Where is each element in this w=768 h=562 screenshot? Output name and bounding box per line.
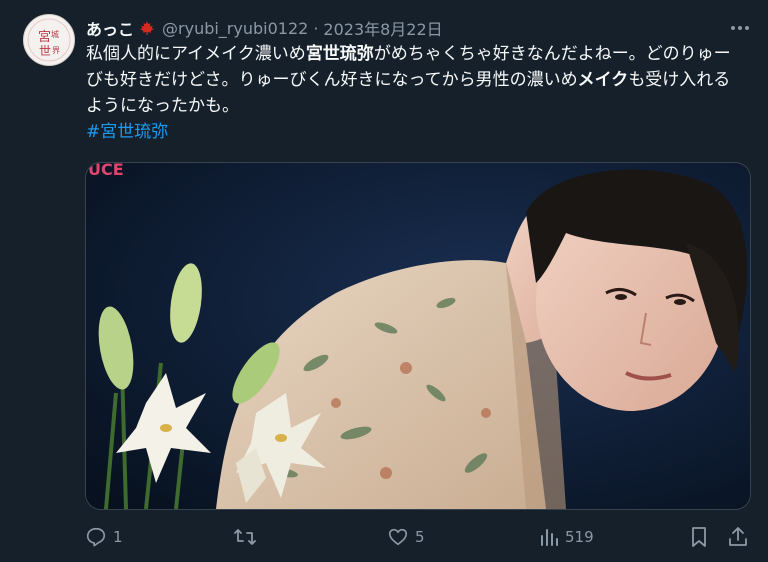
tweet-photo[interactable]: UCE	[85, 162, 751, 510]
tweet-header: あっこ @ryubi_ryubi0122 · 2023年8月22日	[86, 16, 752, 40]
retweet-button[interactable]	[233, 522, 263, 552]
reply-icon	[86, 527, 106, 547]
more-icon	[731, 26, 749, 30]
user-handle[interactable]: @ryubi_ryubi0122	[162, 19, 308, 38]
views-button[interactable]: 519	[539, 522, 594, 552]
maple-leaf-icon	[138, 20, 156, 36]
bookmark-button[interactable]	[689, 522, 709, 552]
tweet-text-bold: メイク	[577, 70, 629, 90]
tweet-text-bold: 宮世琉弥	[305, 44, 374, 64]
heart-icon	[388, 528, 408, 546]
svg-text:界: 界	[52, 46, 60, 55]
more-options-button[interactable]	[728, 18, 752, 38]
tweet-date[interactable]: 2023年8月22日	[323, 16, 442, 40]
share-button[interactable]	[727, 522, 749, 552]
magazine-title-fragment: UCE	[88, 163, 124, 179]
views-count: 519	[565, 528, 594, 546]
hashtag-link[interactable]: #宮世琉弥	[86, 119, 746, 145]
avatar[interactable]: 宮 城 世 界	[23, 14, 75, 66]
photo-illustration: UCE	[86, 163, 750, 509]
tweet-actions: 1 5 519	[85, 522, 753, 552]
display-name[interactable]: あっこ	[86, 16, 134, 40]
reply-count: 1	[113, 528, 123, 546]
share-icon	[729, 527, 747, 546]
like-button[interactable]: 5	[387, 522, 425, 552]
like-count: 5	[415, 528, 425, 546]
separator: ·	[313, 18, 319, 38]
bookmark-icon	[692, 527, 706, 547]
retweet-icon	[234, 529, 256, 545]
tweet-text-part: 私個人的にアイメイク濃いめ	[86, 44, 306, 64]
avatar-logo: 宮 城 世 界	[27, 18, 71, 62]
svg-text:宮: 宮	[38, 29, 51, 45]
analytics-icon	[541, 529, 558, 546]
svg-text:城: 城	[51, 30, 59, 39]
tweet-text: 私個人的にアイメイク濃いめ宮世琉弥がめちゃくちゃ好きなんだよねー。どのりゅーびも…	[86, 41, 746, 145]
svg-text:世: 世	[39, 44, 51, 58]
reply-button[interactable]: 1	[85, 522, 123, 552]
